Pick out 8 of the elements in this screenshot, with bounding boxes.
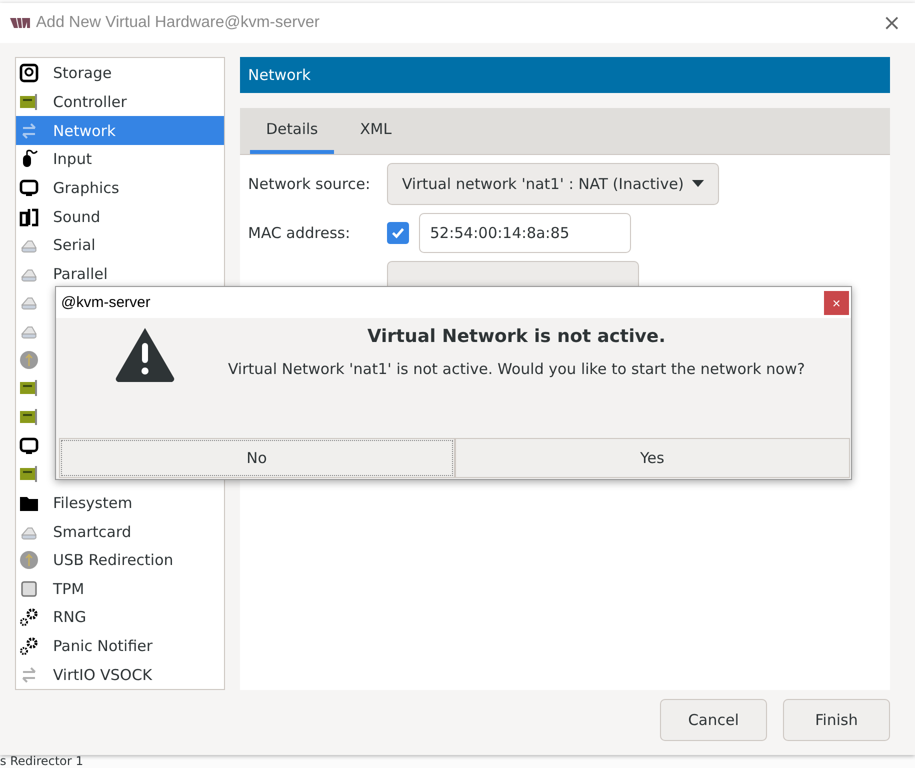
window-title: Add New Virtual Hardware@kvm-server: [36, 14, 321, 32]
section-header: Network: [240, 57, 890, 93]
field-label: Network source:: [248, 175, 372, 193]
dialog-title: @kvm-server: [61, 294, 150, 311]
background-list-item: s Redirector 1: [0, 754, 84, 768]
dialog-message: Virtual Network 'nat1' is not active. Would you like to start the network now?: [228, 359, 805, 380]
field-label: MAC address:: [248, 224, 352, 242]
dialog-heading: Virtual Network is not active.: [366, 326, 667, 347]
